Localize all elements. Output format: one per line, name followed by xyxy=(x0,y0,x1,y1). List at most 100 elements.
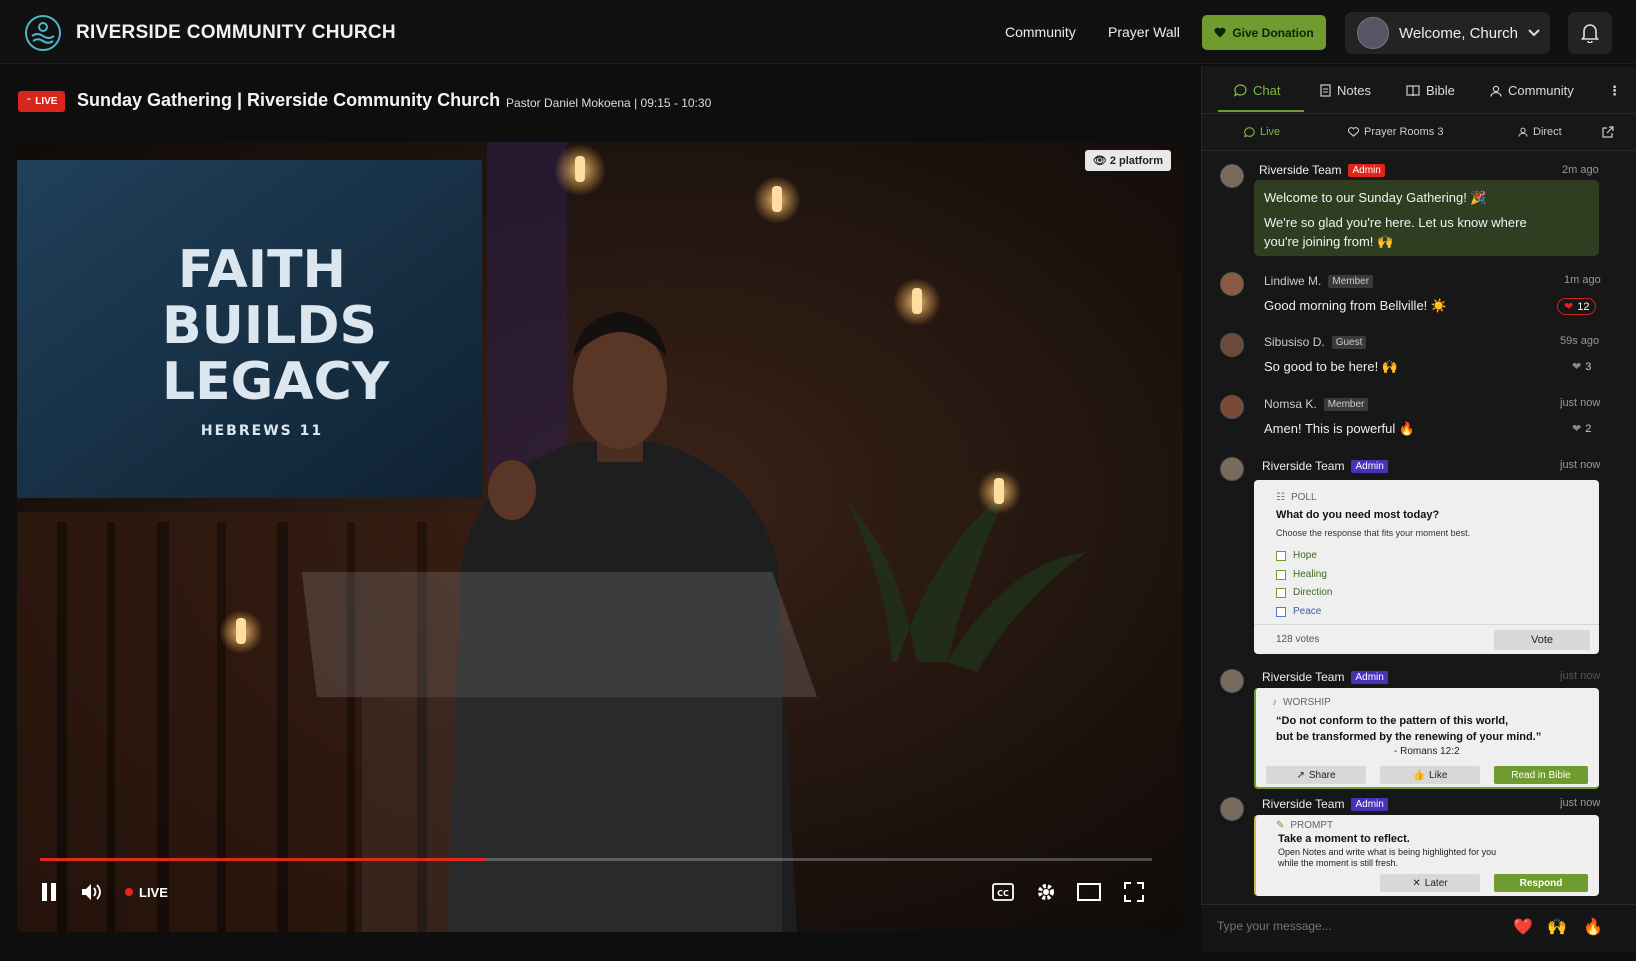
viewer-count: 2 platform xyxy=(1109,155,1163,167)
like-button[interactable]: ❤ 2 xyxy=(1572,422,1591,436)
checkbox[interactable] xyxy=(1276,587,1286,598)
like-count: 12 xyxy=(1577,300,1590,313)
live-badge-label: LIVE xyxy=(35,96,58,107)
poll-option-label: Healing xyxy=(1293,569,1327,580)
author-name[interactable]: Sibusiso D. xyxy=(1264,335,1325,349)
avatar[interactable] xyxy=(1220,272,1244,296)
nav-community[interactable]: Community xyxy=(1005,24,1076,40)
later-label: Later xyxy=(1424,877,1448,889)
like-count: 3 xyxy=(1585,360,1592,373)
book-icon xyxy=(1406,84,1420,96)
respond-button[interactable]: Respond xyxy=(1494,874,1588,892)
role-badge: Member xyxy=(1323,397,1369,411)
avatar[interactable] xyxy=(1220,395,1244,419)
author-name[interactable]: Riverside Team xyxy=(1262,670,1344,684)
tab-community[interactable]: Community xyxy=(1490,83,1574,98)
subtab-direct[interactable]: Direct xyxy=(1518,126,1562,138)
checkbox[interactable] xyxy=(1276,606,1286,617)
top-navbar: RIVERSIDE COMMUNITY CHURCH Community Pra… xyxy=(0,0,1636,64)
brand-name[interactable]: RIVERSIDE COMMUNITY CHURCH xyxy=(76,22,396,44)
volume-button[interactable] xyxy=(79,880,105,904)
message-text: We're so glad you're here. Let us know w… xyxy=(1264,215,1527,230)
author-name[interactable]: Riverside Team xyxy=(1259,163,1341,177)
donate-label: Give Donation xyxy=(1232,25,1314,40)
theater-mode-button[interactable] xyxy=(1076,880,1102,904)
message-author: Riverside Team Admin xyxy=(1262,670,1388,684)
vote-button[interactable]: Vote xyxy=(1494,630,1590,650)
checkbox[interactable] xyxy=(1276,569,1286,580)
prompt-line: Open Notes and write what is being highl… xyxy=(1278,847,1497,857)
poll-option[interactable]: Healing xyxy=(1276,569,1327,580)
like-button[interactable]: 👍 Like xyxy=(1380,766,1480,784)
share-icon: ↗ xyxy=(1296,769,1305,781)
slide-line: BUILDS xyxy=(162,296,377,356)
progress-bar[interactable] xyxy=(40,858,1152,861)
chat-bubble-icon xyxy=(1244,126,1255,138)
nav-prayer-wall[interactable]: Prayer Wall xyxy=(1108,24,1180,40)
progress-fill xyxy=(40,858,485,861)
poll-option-label: Direction xyxy=(1293,587,1333,598)
poll-tag-label: POLL xyxy=(1290,492,1317,503)
author-name[interactable]: Lindiwe M. xyxy=(1264,274,1321,288)
like-button[interactable]: ❤ 12 xyxy=(1557,298,1597,315)
welcome-message: Welcome to our Sunday Gathering! 🎉 We're… xyxy=(1254,180,1599,256)
read-in-bible-button[interactable]: Read in Bible xyxy=(1494,766,1588,784)
message-text: you're joining from! 🙌 xyxy=(1264,234,1394,249)
poll-option[interactable]: Peace xyxy=(1276,606,1321,617)
author-name[interactable]: Riverside Team xyxy=(1262,459,1344,473)
message-time: just now xyxy=(1560,397,1601,409)
like-button[interactable]: ❤ 3 xyxy=(1572,360,1592,374)
live-indicator[interactable]: LIVE xyxy=(125,880,168,904)
checkbox[interactable] xyxy=(1276,550,1286,561)
author-name[interactable]: Riverside Team xyxy=(1262,797,1344,811)
gear-icon xyxy=(1038,884,1054,900)
message-author: Nomsa K. Member xyxy=(1264,397,1369,411)
notifications-button[interactable] xyxy=(1568,12,1612,54)
heart-reaction-button[interactable]: ❤️ xyxy=(1513,917,1533,937)
chat-subtabs: Live Prayer Rooms 3 Direct xyxy=(1202,114,1636,151)
praise-reaction-button[interactable]: 🙌 xyxy=(1547,917,1567,937)
scripture-quote: “Do not conform to the pattern of this w… xyxy=(1276,713,1541,745)
poll-option[interactable]: Direction xyxy=(1276,587,1332,598)
fire-reaction-button[interactable]: 🔥 xyxy=(1583,917,1603,937)
tab-notes[interactable]: Notes xyxy=(1320,83,1371,98)
avatar[interactable] xyxy=(1220,457,1244,481)
church-wave-logo[interactable] xyxy=(24,14,62,52)
heart-outline-icon xyxy=(1348,127,1359,137)
poll-option[interactable]: Hope xyxy=(1276,550,1317,561)
role-badge: Admin xyxy=(1351,670,1388,684)
message-time: 59s ago xyxy=(1560,335,1600,347)
avatar[interactable] xyxy=(1220,333,1244,357)
divider xyxy=(1254,624,1599,625)
share-button[interactable]: ↗ Share xyxy=(1266,766,1366,784)
message-time: 2m ago xyxy=(1562,164,1599,176)
chevron-down-icon xyxy=(1528,29,1540,37)
worship-tag: ♪ WORSHIP xyxy=(1272,697,1331,708)
author-name[interactable]: Nomsa K. xyxy=(1264,397,1317,411)
prompt-tag-label: PROMPT xyxy=(1290,820,1334,831)
avatar[interactable] xyxy=(1220,164,1244,188)
avatar[interactable] xyxy=(1220,797,1244,821)
give-donation-button[interactable]: Give Donation xyxy=(1202,15,1326,50)
sparkle-icon: ✎ xyxy=(1276,820,1285,831)
avatar[interactable] xyxy=(1220,669,1244,693)
message-input[interactable] xyxy=(1217,919,1467,933)
prompt-line: while the moment is still fresh. xyxy=(1278,858,1399,868)
account-menu[interactable]: Welcome, Church xyxy=(1345,12,1550,54)
message-author: Riverside Team Admin xyxy=(1259,163,1385,177)
pause-button[interactable] xyxy=(37,880,61,904)
captions-button[interactable]: CC xyxy=(990,880,1016,904)
settings-button[interactable] xyxy=(1033,880,1059,904)
later-button[interactable]: ✕ Later xyxy=(1380,874,1480,892)
tab-chat[interactable]: Chat xyxy=(1234,83,1280,98)
like-label: Like xyxy=(1429,769,1448,781)
popout-button[interactable] xyxy=(1602,126,1614,138)
video-player[interactable]: FAITH BUILDS LEGACY HEBREWS 11 👁 2 platf… xyxy=(17,142,1183,932)
live-indicator-label: LIVE xyxy=(139,884,168,900)
subtab-prayer-rooms[interactable]: Prayer Rooms 3 xyxy=(1348,126,1443,138)
more-options-icon[interactable]: ⋮ xyxy=(1608,83,1621,99)
fullscreen-button[interactable] xyxy=(1121,880,1147,904)
subtab-live[interactable]: Live xyxy=(1244,126,1280,138)
tab-bible[interactable]: Bible xyxy=(1406,83,1455,98)
prompt-body: Open Notes and write what is being highl… xyxy=(1278,847,1496,869)
